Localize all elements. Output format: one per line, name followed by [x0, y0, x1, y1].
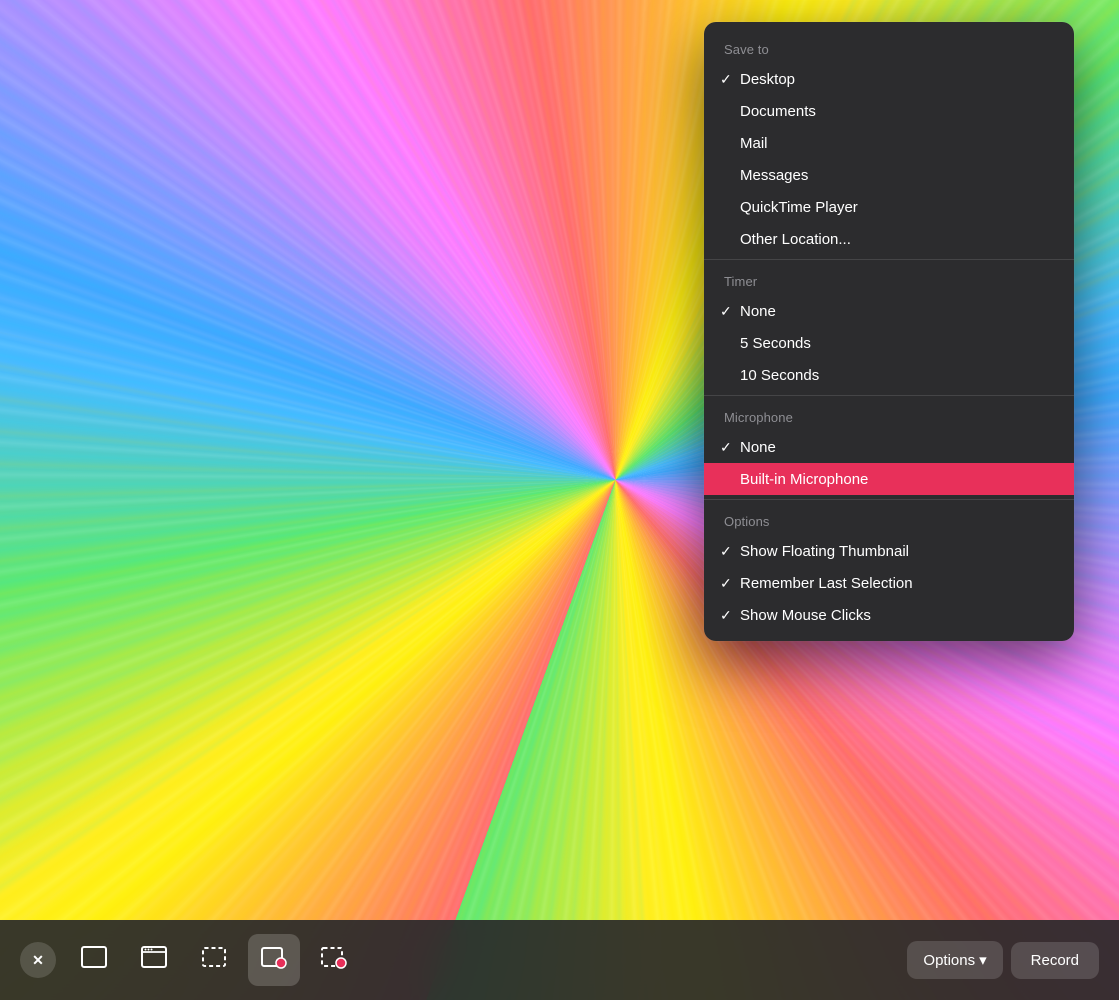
- separator-2: [704, 395, 1074, 396]
- menu-item-timer-none[interactable]: ✓ None: [704, 295, 1074, 327]
- mic-none-label: None: [740, 439, 1054, 456]
- microphone-header: Microphone: [704, 400, 1074, 431]
- menu-item-show-mouse-clicks[interactable]: ✓ Show Mouse Clicks: [704, 599, 1074, 631]
- record-selection-button[interactable]: [308, 934, 360, 986]
- screenshot-toolbar: ✕: [0, 920, 1119, 1000]
- checkmark-timer-none: ✓: [720, 303, 740, 320]
- record-button[interactable]: Record: [1011, 942, 1099, 979]
- documents-label: Documents: [740, 103, 1054, 120]
- menu-item-documents[interactable]: Documents: [704, 95, 1074, 127]
- checkmark-desktop: ✓: [720, 71, 740, 88]
- checkmark-show-mouse-clicks: ✓: [720, 607, 740, 624]
- menu-item-timer-10s[interactable]: 10 Seconds: [704, 359, 1074, 391]
- menu-item-desktop[interactable]: ✓ Desktop: [704, 63, 1074, 95]
- timer-5s-label: 5 Seconds: [740, 335, 1054, 352]
- close-icon: ✕: [32, 952, 44, 969]
- record-entire-screen-button[interactable]: [248, 934, 300, 986]
- other-location-label: Other Location...: [740, 231, 1054, 248]
- options-header: Options: [704, 504, 1074, 535]
- separator-1: [704, 259, 1074, 260]
- remember-selection-label: Remember Last Selection: [740, 575, 1054, 592]
- built-in-mic-label: Built-in Microphone: [740, 471, 1054, 488]
- capture-entire-screen-icon: [80, 943, 108, 977]
- menu-item-other-location[interactable]: Other Location...: [704, 223, 1074, 255]
- checkmark-mic-none: ✓: [720, 439, 740, 456]
- floating-thumbnail-label: Show Floating Thumbnail: [740, 543, 1054, 560]
- menu-item-mic-none[interactable]: ✓ None: [704, 431, 1074, 463]
- timer-header: Timer: [704, 264, 1074, 295]
- mail-label: Mail: [740, 135, 1054, 152]
- chevron-down-icon: ▾: [979, 951, 987, 969]
- show-mouse-clicks-label: Show Mouse Clicks: [740, 607, 1054, 624]
- menu-item-remember-selection[interactable]: ✓ Remember Last Selection: [704, 567, 1074, 599]
- timer-10s-label: 10 Seconds: [740, 367, 1054, 384]
- capture-selection-button[interactable]: [188, 934, 240, 986]
- save-to-header: Save to: [704, 32, 1074, 63]
- menu-item-built-in-mic[interactable]: Built-in Microphone: [704, 463, 1074, 495]
- menu-item-floating-thumbnail[interactable]: ✓ Show Floating Thumbnail: [704, 535, 1074, 567]
- separator-3: [704, 499, 1074, 500]
- capture-entire-screen-button[interactable]: [68, 934, 120, 986]
- capture-window-button[interactable]: [128, 934, 180, 986]
- quicktime-label: QuickTime Player: [740, 199, 1054, 216]
- menu-item-mail[interactable]: Mail: [704, 127, 1074, 159]
- messages-label: Messages: [740, 167, 1054, 184]
- options-button[interactable]: Options ▾: [907, 941, 1002, 979]
- checkmark-remember-selection: ✓: [720, 575, 740, 592]
- desktop-label: Desktop: [740, 71, 1054, 88]
- record-selection-icon: [320, 943, 348, 977]
- checkmark-floating-thumbnail: ✓: [720, 543, 740, 560]
- menu-item-timer-5s[interactable]: 5 Seconds: [704, 327, 1074, 359]
- capture-selection-icon: [200, 943, 228, 977]
- options-dropdown: Save to ✓ Desktop Documents Mail Message…: [704, 22, 1074, 641]
- options-label: Options: [923, 952, 975, 969]
- record-label: Record: [1031, 952, 1079, 969]
- close-button[interactable]: ✕: [20, 942, 56, 978]
- menu-item-quicktime[interactable]: QuickTime Player: [704, 191, 1074, 223]
- capture-window-icon: [140, 943, 168, 977]
- timer-none-label: None: [740, 303, 1054, 320]
- record-entire-screen-icon: [260, 943, 288, 977]
- menu-item-messages[interactable]: Messages: [704, 159, 1074, 191]
